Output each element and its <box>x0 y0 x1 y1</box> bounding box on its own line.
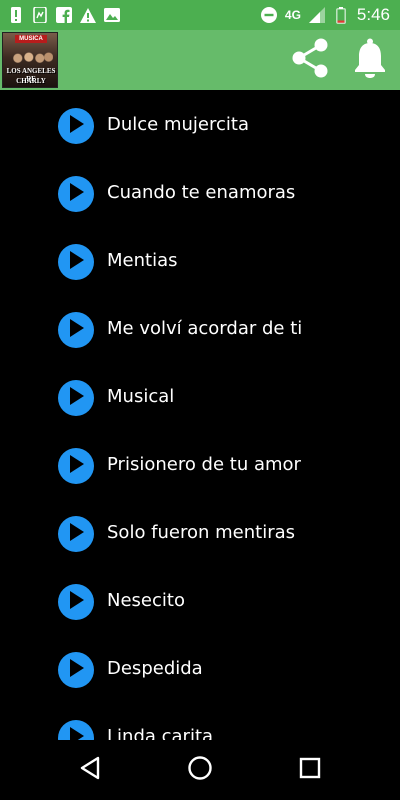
back-button[interactable] <box>70 752 110 788</box>
sim-phone-icon <box>32 7 48 23</box>
play-icon <box>68 659 84 681</box>
song-title: Musical <box>107 386 175 407</box>
share-icon <box>290 37 330 83</box>
status-bar-system: 4G 5:46 <box>260 0 390 30</box>
play-icon <box>68 251 84 273</box>
song-title: Solo fueron mentiras <box>107 522 296 543</box>
back-icon <box>79 756 101 784</box>
network-type: 4G <box>284 8 301 22</box>
list-item[interactable]: Solo fueron mentiras <box>0 500 400 568</box>
list-item[interactable]: Mentias <box>0 228 400 296</box>
warning-icon <box>80 7 96 23</box>
play-icon <box>68 319 84 341</box>
logo-top-label: MUSICA <box>15 35 47 43</box>
play-button[interactable] <box>58 312 94 348</box>
logo-title-line2: CHARLY <box>16 77 46 85</box>
notifications-button[interactable] <box>348 38 392 82</box>
home-icon <box>187 755 213 785</box>
app-logo[interactable]: MUSICA LOS ANGELES DE CHARLY <box>2 32 58 88</box>
band-photo <box>9 45 53 67</box>
recents-icon <box>299 757 321 783</box>
play-button[interactable] <box>58 584 94 620</box>
list-item[interactable]: Musical <box>0 364 400 432</box>
play-button[interactable] <box>58 652 94 688</box>
share-button[interactable] <box>288 38 332 82</box>
song-title: Me volví acordar de ti <box>107 318 303 339</box>
play-button[interactable] <box>58 176 94 212</box>
play-button[interactable] <box>58 244 94 280</box>
play-button[interactable] <box>58 380 94 416</box>
play-button[interactable] <box>58 448 94 484</box>
play-button[interactable] <box>58 516 94 552</box>
song-title: Cuando te enamoras <box>107 182 296 203</box>
list-item[interactable]: Nesecito <box>0 568 400 636</box>
play-icon <box>68 727 84 740</box>
home-button[interactable] <box>180 752 220 788</box>
play-icon <box>68 523 84 545</box>
navigation-bar <box>0 740 400 800</box>
list-item[interactable]: Me volví acordar de ti <box>0 296 400 364</box>
list-item[interactable]: Despedida <box>0 636 400 704</box>
song-title: Despedida <box>107 658 203 679</box>
facebook-icon <box>56 7 72 23</box>
play-icon <box>68 183 84 205</box>
list-item[interactable]: Dulce mujercita <box>0 92 400 160</box>
status-bar-notifications <box>8 0 120 30</box>
song-title: Prisionero de tu amor <box>107 454 301 475</box>
list-item[interactable]: Linda carita <box>0 704 400 740</box>
status-bar: 4G 5:46 <box>0 0 400 30</box>
play-icon <box>68 591 84 613</box>
bell-icon <box>352 38 388 82</box>
song-title: Mentias <box>107 250 178 271</box>
battery-icon <box>333 6 349 24</box>
song-title: Nesecito <box>107 590 185 611</box>
do-not-disturb-icon <box>260 7 277 23</box>
clock: 5:46 <box>356 5 390 24</box>
list-item[interactable]: Cuando te enamoras <box>0 160 400 228</box>
song-title: Dulce mujercita <box>107 114 249 135</box>
app-bar: MUSICA LOS ANGELES DE CHARLY <box>0 30 400 90</box>
song-list[interactable]: Dulce mujercita Cuando te enamoras Menti… <box>0 92 400 740</box>
recents-button[interactable] <box>290 752 330 788</box>
alert-icon <box>8 7 24 23</box>
play-icon <box>68 455 84 477</box>
play-icon <box>68 115 84 137</box>
song-title: Linda carita <box>107 726 214 740</box>
play-button[interactable] <box>58 720 94 740</box>
play-button[interactable] <box>58 108 94 144</box>
list-item[interactable]: Prisionero de tu amor <box>0 432 400 500</box>
signal-icon <box>308 7 325 23</box>
image-icon <box>104 7 120 23</box>
play-icon <box>68 387 84 409</box>
